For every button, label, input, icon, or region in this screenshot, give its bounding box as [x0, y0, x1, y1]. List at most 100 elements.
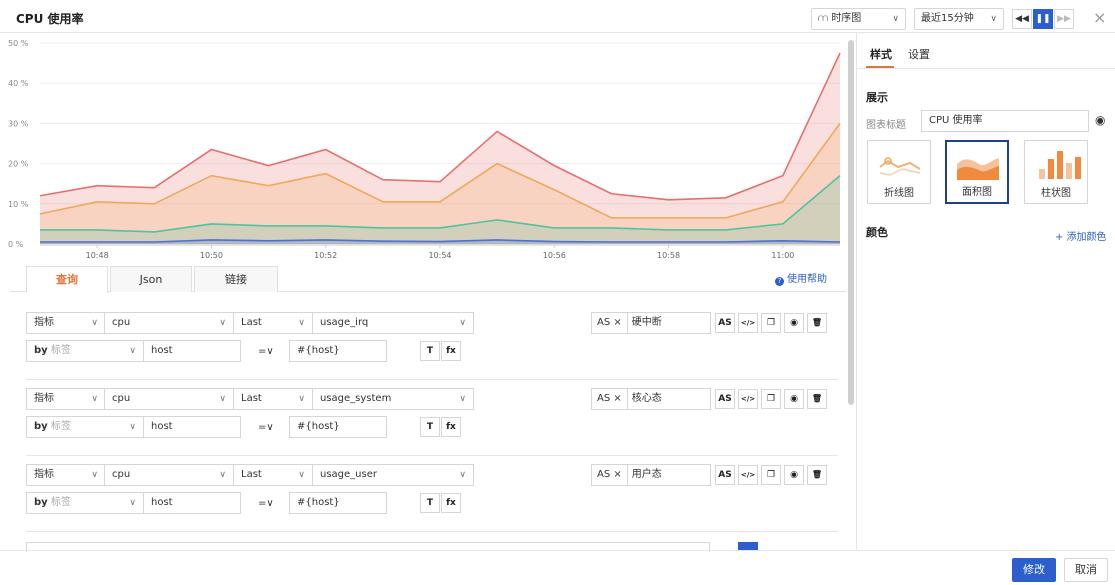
tab-link[interactable]: 链接 [194, 266, 278, 292]
as-button[interactable]: AS [715, 313, 735, 333]
alias-value: 硬中断 [631, 317, 662, 328]
as-button[interactable]: AS [715, 389, 735, 409]
eye-icon[interactable]: ◉ [1095, 113, 1105, 127]
chart-svg: 0 % 10 % 20 % 30 % 40 % 50 % 10:48 10:50 10:52 10… [8, 39, 841, 260]
aggregation-select[interactable]: Last ∨ [233, 312, 313, 334]
color-section-heading: 颜色 [866, 226, 888, 239]
chevron-down-icon: ∨ [459, 470, 466, 480]
query-type-select[interactable]: 指标 ∨ [26, 312, 106, 334]
chart-type-value: 时序图 [831, 13, 862, 24]
chart-title-input[interactable]: CPU 使用率 [921, 110, 1089, 132]
query-tabs: 查询 Json 链接 [10, 266, 846, 293]
tag-key-input[interactable]: host [143, 416, 241, 438]
field-select[interactable]: usage_user ∨ [312, 464, 474, 486]
fx-button[interactable]: fx [441, 341, 461, 361]
tag-select[interactable]: by 标签 ∨ [26, 340, 144, 362]
operator-select[interactable]: =∨ [258, 498, 274, 509]
page-title: CPU 使用率 [16, 12, 84, 26]
chart-type-bar[interactable]: 柱状图 [1024, 140, 1088, 204]
line-chart-icon: ⩋ [818, 13, 832, 24]
chart-title-label: 图表标题 [866, 120, 906, 131]
y-tick-label: 10 % [8, 200, 29, 209]
chevron-down-icon: ∨ [91, 318, 98, 328]
code-icon[interactable]: </> [738, 465, 758, 485]
trash-icon[interactable]: 🗑 [807, 313, 827, 333]
query-type-select[interactable]: 指标 ∨ [26, 464, 106, 486]
eye-icon[interactable]: ◉ [784, 465, 804, 485]
by-label: by [34, 345, 48, 356]
alias-field[interactable]: AS × 硬中断 [591, 312, 711, 334]
y-tick-label: 40 % [8, 79, 29, 88]
eye-icon[interactable]: ◉ [784, 313, 804, 333]
tag-key-input[interactable]: host [143, 340, 241, 362]
chevron-down-icon: ∨ [129, 346, 136, 356]
aggregation-select[interactable]: Last ∨ [233, 388, 313, 410]
tab-query[interactable]: 查询 [26, 266, 108, 293]
code-icon[interactable]: </> [738, 313, 758, 333]
tag-select[interactable]: by 标签 ∨ [26, 492, 144, 514]
operator-select[interactable]: =∨ [258, 422, 274, 433]
aggregation-value: Last [241, 317, 262, 328]
code-icon[interactable]: </> [738, 389, 758, 409]
forward-button[interactable]: ▶▶ [1054, 9, 1074, 29]
as-button[interactable]: AS [715, 465, 735, 485]
trash-icon[interactable]: 🗑 [807, 465, 827, 485]
chevron-down-icon: ∨ [91, 470, 98, 480]
trash-icon[interactable]: 🗑 [807, 389, 827, 409]
copy-icon[interactable]: ❐ [761, 389, 781, 409]
chart-type-area-label: 面积图 [962, 187, 992, 198]
fx-button[interactable]: fx [441, 493, 461, 513]
filter-icon[interactable]: T [420, 493, 440, 513]
pause-icon: ❚❚ [1035, 14, 1051, 24]
confirm-button[interactable]: 修改 [1012, 558, 1056, 582]
measurement-select[interactable]: cpu ∨ [104, 388, 234, 410]
filter-icon[interactable]: T [420, 341, 440, 361]
tag-value-input[interactable]: #{host} [289, 492, 387, 514]
help-link[interactable]: ? 使用帮助 [775, 270, 827, 286]
eye-icon[interactable]: ◉ [784, 389, 804, 409]
chevron-down-icon: ∨ [892, 14, 899, 24]
copy-icon[interactable]: ❐ [761, 313, 781, 333]
chart-type-area[interactable]: 面积图 [945, 140, 1009, 204]
aggregation-select[interactable]: Last ∨ [233, 464, 313, 486]
tab-style[interactable]: 样式 [870, 46, 892, 62]
alias-field[interactable]: AS × 核心态 [591, 388, 711, 410]
tag-value-input[interactable]: #{host} [289, 340, 387, 362]
chevron-down-icon: ∨ [298, 470, 305, 480]
measurement-select[interactable]: cpu ∨ [104, 312, 234, 334]
alias-as-label: AS × [597, 317, 622, 328]
tag-select[interactable]: by 标签 ∨ [26, 416, 144, 438]
tag-value-input[interactable]: #{host} [289, 416, 387, 438]
add-color-link[interactable]: + 添加颜色 [1055, 228, 1107, 243]
cancel-button[interactable]: 取消 [1064, 558, 1108, 582]
field-value: usage_system [320, 393, 392, 404]
tab-json[interactable]: Json [110, 266, 192, 292]
field-select[interactable]: usage_irq ∨ [312, 312, 474, 334]
time-range-select[interactable]: 最近15分钟 ∨ [914, 8, 1004, 30]
tag-key-input[interactable]: host [143, 492, 241, 514]
by-label: by [34, 421, 48, 432]
copy-icon[interactable]: ❐ [761, 465, 781, 485]
fx-button[interactable]: fx [441, 417, 461, 437]
operator-select[interactable]: =∨ [258, 346, 274, 357]
field-select[interactable]: usage_system ∨ [312, 388, 474, 410]
tag-placeholder: 标签 [50, 345, 71, 356]
alias-field[interactable]: AS × 用户态 [591, 464, 711, 486]
close-icon[interactable]: × [1093, 10, 1106, 26]
chart-type-select[interactable]: ⩋ 时序图 ∨ [811, 8, 906, 30]
filter-icon[interactable]: T [420, 417, 440, 437]
help-label: 使用帮助 [787, 274, 827, 285]
scrollbar[interactable] [848, 40, 854, 405]
query-type-select[interactable]: 指标 ∨ [26, 388, 106, 410]
tag-placeholder: 标签 [50, 497, 71, 508]
display-section-heading: 展示 [866, 91, 888, 104]
chart-type-line[interactable]: 折线图 [867, 140, 931, 204]
tab-settings[interactable]: 设置 [908, 46, 930, 62]
area-chart-icon [957, 158, 999, 180]
query-type-value: 指标 [34, 393, 54, 404]
measurement-select[interactable]: cpu ∨ [104, 464, 234, 486]
pause-button[interactable]: ❚❚ [1033, 9, 1053, 29]
rewind-button[interactable]: ◀◀ [1012, 9, 1032, 29]
query-type-value: 指标 [34, 469, 54, 480]
query-divider [26, 531, 838, 532]
